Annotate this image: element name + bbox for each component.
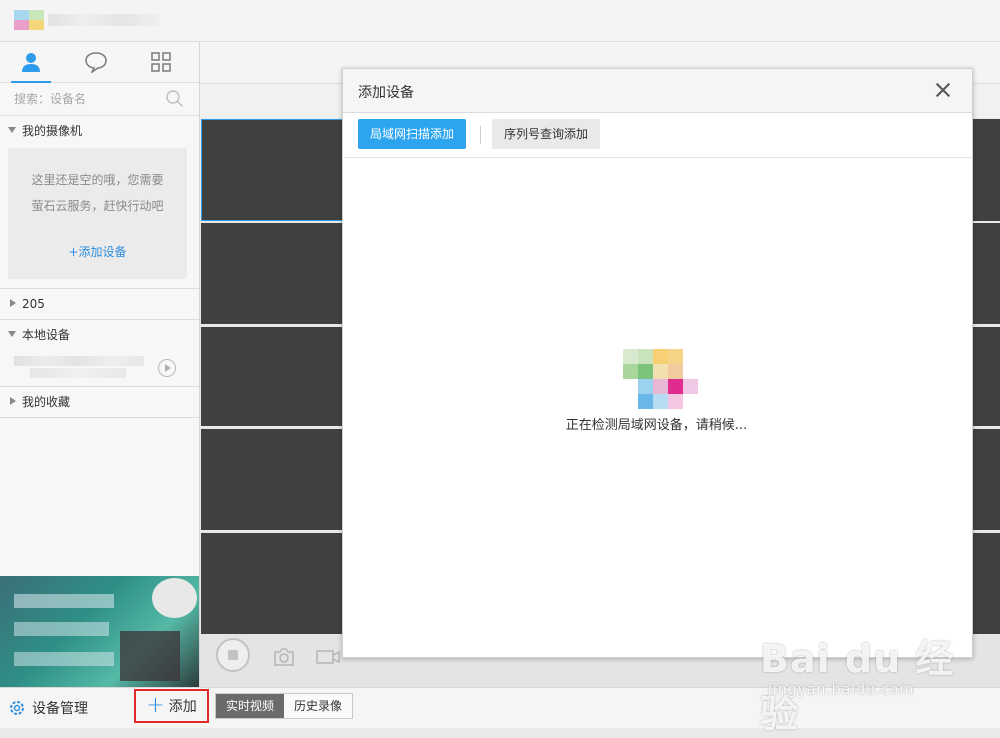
add-button[interactable]: + 添加 bbox=[134, 689, 209, 723]
video-tile[interactable] bbox=[972, 533, 1000, 634]
device-management-button[interactable]: 设备管理 bbox=[8, 698, 88, 718]
empty-message-line1: 这里还是空的哦，您需要 bbox=[31, 173, 164, 187]
tab-apps[interactable] bbox=[131, 42, 191, 82]
group-favorites[interactable]: 我的收藏 bbox=[0, 387, 199, 417]
group-label: 我的摄像机 bbox=[22, 124, 83, 138]
add-device-dialog: 添加设备 局域网扫描添加 序列号查询添加 正在检测局域网设备，请稍候... bbox=[342, 68, 973, 658]
video-tile[interactable] bbox=[972, 429, 1000, 530]
video-record-icon[interactable] bbox=[315, 648, 341, 666]
video-tile-selected[interactable] bbox=[201, 119, 345, 221]
tab-divider bbox=[480, 126, 481, 144]
tab-messages[interactable] bbox=[66, 42, 126, 82]
device-search bbox=[0, 83, 199, 116]
sidebar: 我的摄像机 这里还是空的哦，您需要 萤石云服务，赶快行动吧 +添加设备 205 … bbox=[0, 42, 200, 687]
group-local-devices[interactable]: 本地设备 bbox=[0, 320, 199, 350]
sidebar-tabs bbox=[0, 42, 199, 83]
bottom-bar: 设备管理 + 添加 实时视频 历史录像 bbox=[0, 687, 1000, 728]
loading-spinner-icon bbox=[623, 349, 698, 409]
search-icon[interactable] bbox=[165, 89, 185, 109]
dialog-tabs: 局域网扫描添加 序列号查询添加 bbox=[343, 113, 972, 158]
video-tile[interactable] bbox=[972, 327, 1000, 426]
group-205[interactable]: 205 bbox=[0, 289, 199, 319]
add-device-link[interactable]: +添加设备 bbox=[68, 243, 126, 260]
view-mode-tabs: 实时视频 历史录像 bbox=[215, 693, 354, 719]
camera-preview-thumbnail bbox=[0, 576, 199, 687]
tab-serial-search-add[interactable]: 序列号查询添加 bbox=[492, 119, 601, 149]
group-label: 本地设备 bbox=[22, 328, 71, 342]
video-tile[interactable] bbox=[201, 533, 345, 634]
tab-history-recording[interactable]: 历史录像 bbox=[284, 694, 353, 718]
dialog-title: 添加设备 bbox=[358, 85, 414, 101]
chevron-right-icon bbox=[10, 397, 16, 405]
tab-lan-scan-add[interactable]: 局域网扫描添加 bbox=[358, 119, 467, 149]
empty-state: 这里还是空的哦，您需要 萤石云服务，赶快行动吧 +添加设备 bbox=[8, 148, 187, 279]
device-management-label: 设备管理 bbox=[32, 701, 88, 717]
tab-live-video[interactable]: 实时视频 bbox=[216, 694, 285, 718]
scan-status-text: 正在检测局域网设备，请稍候... bbox=[565, 418, 748, 433]
group-my-cameras[interactable]: 我的摄像机 bbox=[0, 116, 199, 146]
empty-message-line2: 萤石云服务，赶快行动吧 bbox=[31, 199, 164, 213]
video-tile[interactable] bbox=[972, 119, 1000, 221]
chevron-right-icon bbox=[10, 299, 16, 307]
gear-icon bbox=[10, 701, 24, 715]
plus-icon: + bbox=[146, 693, 165, 718]
video-tile[interactable] bbox=[201, 223, 345, 324]
group-label: 205 bbox=[22, 297, 45, 311]
title-bar bbox=[0, 0, 1000, 42]
add-label: 添加 bbox=[168, 699, 197, 715]
chevron-down-icon bbox=[8, 331, 16, 337]
group-label: 我的收藏 bbox=[22, 395, 71, 409]
video-tile[interactable] bbox=[201, 327, 345, 426]
video-tile[interactable] bbox=[201, 429, 345, 530]
local-device-item[interactable] bbox=[0, 350, 199, 386]
stop-button[interactable] bbox=[216, 638, 250, 672]
dialog-header: 添加设备 bbox=[343, 69, 972, 113]
grid-apps-icon bbox=[151, 52, 171, 72]
chat-bubble-icon bbox=[85, 52, 107, 73]
app-logo bbox=[14, 10, 44, 30]
camera-snapshot-icon[interactable] bbox=[272, 647, 296, 667]
play-icon[interactable] bbox=[158, 359, 176, 377]
tab-devices[interactable] bbox=[1, 42, 61, 83]
chevron-down-icon bbox=[8, 127, 16, 133]
video-tile[interactable] bbox=[972, 223, 1000, 324]
app-title-redacted bbox=[48, 14, 160, 26]
close-icon[interactable] bbox=[934, 81, 952, 99]
user-icon bbox=[22, 53, 40, 72]
search-input[interactable] bbox=[14, 90, 154, 108]
